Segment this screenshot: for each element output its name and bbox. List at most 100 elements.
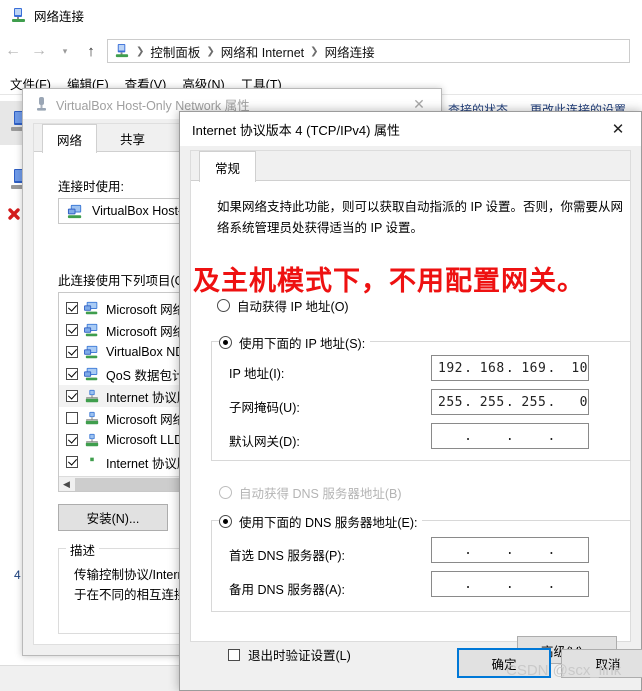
ip-dot: . xyxy=(464,542,473,558)
adapter-properties-icon xyxy=(35,96,48,112)
ip-dot: . xyxy=(547,428,556,444)
ip-dot: . xyxy=(547,576,556,592)
tab-network[interactable]: 网络 xyxy=(42,124,98,153)
protocol-icon xyxy=(84,455,100,470)
explorer-navbar: ← → ▾ ↑ ❯ 控制面板 ❯ 网络和 Internet ❯ 网络连接 xyxy=(0,30,642,72)
description-title: 描述 xyxy=(66,540,100,559)
ip-octet-1: 168 xyxy=(479,360,505,376)
ip-octet-3: 10 xyxy=(571,360,588,376)
mask-octet-2: 255 xyxy=(521,394,547,410)
tcpip4-properties-dialog: Internet 协议版本 4 (TCP/IPv4) 属性 ✕ 常规 如果网络支… xyxy=(179,111,642,691)
radio-label: 使用下面的 IP 地址(S): xyxy=(239,337,366,351)
subnet-mask-field[interactable]: 255 . 255 . 255 . 0 xyxy=(431,389,589,415)
ip-dot: . xyxy=(464,394,473,410)
radio-indicator xyxy=(219,486,232,499)
mask-octet-0: 255 xyxy=(438,394,464,410)
annotation-text: 及主机模式下，不用配置网关。 xyxy=(193,266,585,296)
tab-general[interactable]: 常规 xyxy=(199,151,257,182)
ip-dot: . xyxy=(505,394,515,410)
explorer-title: 网络连接 xyxy=(34,9,85,24)
ip-dot: . xyxy=(505,360,515,376)
radio-indicator xyxy=(219,515,232,528)
breadcrumb[interactable]: ❯ 控制面板 ❯ 网络和 Internet ❯ 网络连接 xyxy=(107,39,630,63)
connect-using-label: 连接时使用: xyxy=(58,180,124,194)
radio-obtain-dns-automatically[interactable]: 自动获得 DNS 服务器地址(B) xyxy=(219,483,407,502)
ip-tabstrip: 常规 xyxy=(191,151,630,182)
watermark: CSDN @scx_link xyxy=(506,662,622,679)
network-client-icon xyxy=(84,345,100,360)
checkbox[interactable] xyxy=(66,456,78,468)
alternate-dns-label: 备用 DNS 服务器(A): xyxy=(229,583,345,597)
radio-label: 使用下面的 DNS 服务器地址(E): xyxy=(239,516,418,530)
ip-description: 如果网络支持此功能，则可以获取自动指派的 IP 设置。否则，你需要从网络系统管理… xyxy=(217,200,624,235)
breadcrumb-separator: ❯ xyxy=(310,45,319,57)
radio-use-following-ip[interactable]: 使用下面的 IP 地址(S): xyxy=(219,333,371,352)
subnet-mask-label: 子网掩码(U): xyxy=(229,401,300,415)
tab-sharing[interactable]: 共享 xyxy=(106,124,159,152)
ip-dot: . xyxy=(464,428,473,444)
ip-dialog-panel: 常规 如果网络支持此功能，则可以获取自动指派的 IP 设置。否则，你需要从网络系… xyxy=(190,150,631,664)
ip-dot: . xyxy=(505,542,515,558)
ip-address-label: IP 地址(I): xyxy=(229,367,285,381)
adapter-icon xyxy=(67,203,84,220)
preferred-dns-field[interactable]: . . . xyxy=(431,537,589,563)
forward-icon[interactable]: → xyxy=(26,37,52,65)
breadcrumb-item-2[interactable]: 网络连接 xyxy=(325,42,375,61)
network-client-icon xyxy=(84,301,100,316)
breadcrumb-icon xyxy=(114,43,130,59)
checkbox[interactable] xyxy=(66,368,78,380)
scroll-left-icon[interactable]: ◀ xyxy=(59,477,74,492)
checkbox[interactable] xyxy=(66,346,78,358)
radio-label: 自动获得 DNS 服务器地址(B) xyxy=(239,487,402,501)
default-gateway-label: 默认网关(D): xyxy=(229,435,300,449)
breadcrumb-item-0[interactable]: 控制面板 xyxy=(150,42,200,61)
protocol-icon xyxy=(84,433,100,448)
radio-indicator xyxy=(217,299,230,312)
validate-settings-label: 退出时验证设置(L) xyxy=(248,649,351,663)
network-client-icon xyxy=(84,367,100,382)
radio-use-following-dns[interactable]: 使用下面的 DNS 服务器地址(E): xyxy=(219,512,423,531)
checkbox[interactable] xyxy=(66,434,78,446)
adapter-name: VirtualBox Host- xyxy=(92,204,183,218)
ip-address-field[interactable]: 192 . 168 . 169 . 10 xyxy=(431,355,589,381)
checkbox[interactable] xyxy=(66,324,78,336)
checkbox[interactable] xyxy=(228,648,240,661)
install-button[interactable]: 安装(N)... xyxy=(58,504,168,531)
ip-dot: . xyxy=(464,576,473,592)
breadcrumb-item-1[interactable]: 网络和 Internet xyxy=(221,42,304,61)
checkbox[interactable] xyxy=(66,412,78,424)
radio-indicator xyxy=(219,336,232,349)
ip-dot: . xyxy=(505,576,515,592)
alternate-dns-field[interactable]: . . . xyxy=(431,571,589,597)
network-client-icon xyxy=(84,323,100,338)
network-connections-icon xyxy=(10,7,27,24)
ip-dot: . xyxy=(547,394,556,410)
ip-octet-2: 169 xyxy=(521,360,547,376)
close-icon[interactable]: ✕ xyxy=(595,112,641,146)
ip-dot: . xyxy=(505,428,515,444)
preferred-dns-label: 首选 DNS 服务器(P): xyxy=(229,549,345,563)
tab-sharing-label: 共享 xyxy=(120,132,146,147)
install-button-label: 安装(N)... xyxy=(86,512,140,526)
checkbox[interactable] xyxy=(66,302,78,314)
breadcrumb-separator: ❯ xyxy=(206,45,215,57)
manual-dns-group xyxy=(211,520,631,612)
protocol-icon xyxy=(84,411,100,426)
ip-dot: . xyxy=(547,542,556,558)
up-icon[interactable]: ↑ xyxy=(78,37,104,65)
mask-octet-3: 0 xyxy=(579,394,588,410)
validate-settings-checkbox-row[interactable]: 退出时验证设置(L) xyxy=(228,645,351,664)
back-icon[interactable]: ← xyxy=(0,37,26,65)
recent-locations-icon[interactable]: ▾ xyxy=(52,37,78,65)
breadcrumb-separator: ❯ xyxy=(136,45,145,57)
items-label: 此连接使用下列项目(O): xyxy=(58,274,193,288)
checkbox[interactable] xyxy=(66,390,78,402)
default-gateway-field[interactable]: . . . xyxy=(431,423,589,449)
ip-dot: . xyxy=(547,360,556,376)
ip-dot: . xyxy=(464,360,473,376)
radio-obtain-ip-automatically[interactable]: 自动获得 IP 地址(O) xyxy=(217,296,354,315)
radio-label: 自动获得 IP 地址(O) xyxy=(237,300,349,314)
mask-octet-1: 255 xyxy=(479,394,505,410)
tab-network-label: 网络 xyxy=(57,133,83,148)
ip-octet-0: 192 xyxy=(438,360,464,376)
